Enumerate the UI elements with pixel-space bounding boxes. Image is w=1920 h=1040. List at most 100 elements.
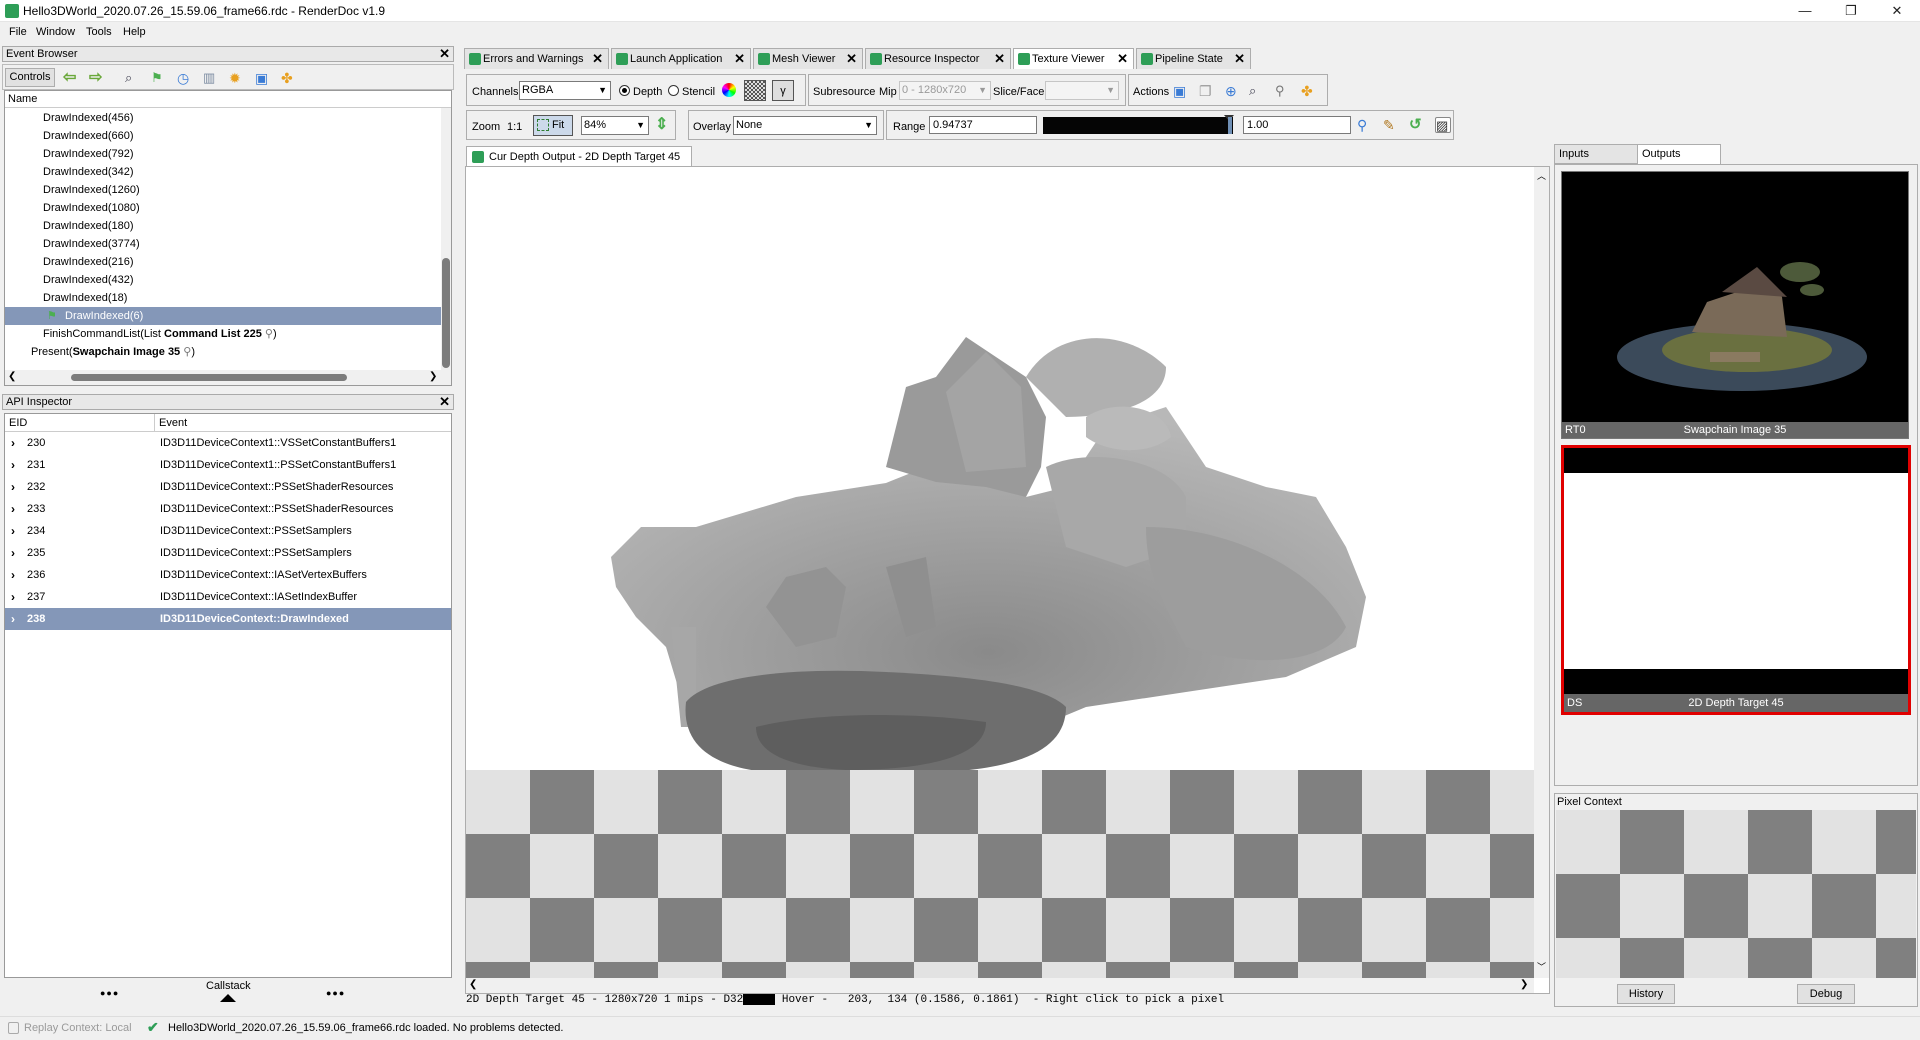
close-icon[interactable]: ✕ bbox=[1234, 49, 1245, 69]
pixel-context-view[interactable] bbox=[1556, 810, 1916, 978]
reset-range-icon[interactable]: ↺ bbox=[1409, 117, 1425, 133]
replay-context-label[interactable]: Replay Context: Local bbox=[24, 1022, 132, 1034]
chevron-right-icon[interactable]: › bbox=[11, 542, 15, 564]
chevron-right-icon[interactable]: › bbox=[11, 454, 15, 476]
range-slider-thumb[interactable] bbox=[1228, 117, 1232, 134]
chart-icon[interactable]: ▥ bbox=[203, 70, 219, 86]
event-row[interactable]: DrawIndexed(432) bbox=[5, 271, 441, 289]
forward-arrow-icon[interactable]: ⇨ bbox=[89, 70, 105, 86]
zoom-select[interactable]: 84% ▼ bbox=[581, 116, 649, 135]
link-icon[interactable]: ⚲ bbox=[180, 346, 191, 358]
texture-viewport[interactable]: ︿ ﹀ ❮ ❯ bbox=[465, 166, 1550, 994]
tab-pipeline-state[interactable]: Pipeline State ✕ bbox=[1136, 48, 1251, 69]
scroll-left-icon[interactable]: ❮ bbox=[469, 979, 477, 990]
back-arrow-icon[interactable]: ⇦ bbox=[63, 70, 79, 86]
api-row[interactable]: › 235 ID3D11DeviceContext::PSSetSamplers bbox=[5, 542, 451, 564]
tab-inputs[interactable]: Inputs bbox=[1554, 144, 1638, 164]
open-location-icon[interactable]: ⊕ bbox=[1225, 83, 1241, 99]
gamma-toggle-button[interactable]: γ bbox=[772, 80, 794, 101]
range-max-input[interactable]: 1.00 bbox=[1243, 116, 1351, 134]
event-row[interactable]: DrawIndexed(792) bbox=[5, 145, 441, 163]
zoom-1to1-button[interactable]: 1:1 bbox=[507, 120, 522, 134]
find-binoculars-icon[interactable]: ⌕ bbox=[1249, 83, 1265, 99]
channels-select[interactable]: RGBA ▼ bbox=[519, 81, 611, 100]
tab-resource-inspector[interactable]: Resource Inspector ✕ bbox=[865, 48, 1011, 69]
chevron-right-icon[interactable]: › bbox=[11, 520, 15, 542]
replay-context-icon[interactable] bbox=[8, 1022, 19, 1034]
close-window-button[interactable]: ✕ bbox=[1874, 0, 1920, 22]
link-icon[interactable]: ⚲ bbox=[262, 328, 273, 340]
scroll-left-icon[interactable]: ❮ bbox=[8, 371, 16, 382]
event-tree[interactable]: Name DrawIndexed(456) DrawIndexed(660) Dra… bbox=[4, 90, 452, 386]
thumbnail-rt0[interactable]: RT0 Swapchain Image 35 bbox=[1561, 171, 1909, 439]
scrollbar-thumb[interactable] bbox=[71, 374, 347, 381]
callstack-label[interactable]: Callstack bbox=[206, 980, 251, 992]
overlay-select[interactable]: None ▼ bbox=[733, 116, 877, 135]
tab-texture-viewer[interactable]: Texture Viewer ✕ bbox=[1013, 48, 1134, 69]
scroll-up-icon[interactable]: ︿ bbox=[1537, 169, 1546, 182]
menu-file[interactable]: File bbox=[9, 26, 27, 38]
history-button[interactable]: History bbox=[1617, 984, 1675, 1004]
chevron-right-icon[interactable]: › bbox=[11, 586, 15, 608]
save-icon[interactable]: ▣ bbox=[255, 70, 271, 86]
save-texture-icon[interactable]: ▣ bbox=[1173, 83, 1189, 99]
event-row[interactable]: DrawIndexed(3774) bbox=[5, 235, 441, 253]
chevron-right-icon[interactable]: › bbox=[11, 498, 15, 520]
checkerboard-toggle-icon[interactable] bbox=[744, 80, 766, 101]
more-dots-icon[interactable]: ●●● bbox=[100, 988, 119, 998]
present-row[interactable]: Present(Swapchain Image 35 ⚲) bbox=[5, 343, 195, 361]
link-icon[interactable]: ⚲ bbox=[1275, 83, 1291, 99]
scroll-down-icon[interactable]: ﹀ bbox=[1537, 960, 1546, 973]
api-row[interactable]: › 232 ID3D11DeviceContext::PSSetShaderReso… bbox=[5, 476, 451, 498]
chevron-right-icon[interactable]: › bbox=[11, 432, 15, 454]
thumbnail-ds[interactable]: DS 2D Depth Target 45 bbox=[1561, 445, 1911, 715]
horizontal-scrollbar[interactable]: ❮ ❯ bbox=[5, 370, 451, 385]
event-column-header[interactable]: Event bbox=[155, 414, 451, 432]
api-row-selected[interactable]: › 238 ID3D11DeviceContext::DrawIndexed bbox=[5, 608, 451, 630]
chevron-right-icon[interactable]: › bbox=[11, 608, 15, 630]
close-icon[interactable]: ✕ bbox=[439, 47, 450, 61]
event-row[interactable]: DrawIndexed(1080) bbox=[5, 199, 441, 217]
vertical-scrollbar[interactable]: ︿ ﹀ bbox=[1534, 167, 1549, 978]
close-icon[interactable]: ✕ bbox=[1117, 49, 1128, 69]
zoom-range-icon[interactable]: ⚲ bbox=[1357, 117, 1373, 133]
color-wheel-icon[interactable] bbox=[722, 83, 736, 97]
maximize-button[interactable]: ❐ bbox=[1828, 0, 1874, 22]
more-dots-icon[interactable]: ●●● bbox=[326, 988, 345, 998]
api-row[interactable]: › 237 ID3D11DeviceContext::IASetIndexBuffe… bbox=[5, 586, 451, 608]
api-row[interactable]: › 236 ID3D11DeviceContext::IASetVertexBuff… bbox=[5, 564, 451, 586]
event-row[interactable]: DrawIndexed(342) bbox=[5, 163, 441, 181]
depth-radio[interactable] bbox=[619, 85, 630, 96]
puzzle-icon[interactable]: ✤ bbox=[281, 70, 297, 86]
find-binoculars-icon[interactable]: ⌕ bbox=[125, 70, 141, 86]
api-row[interactable]: › 230 ID3D11DeviceContext1::VSSetConstantB… bbox=[5, 432, 451, 454]
minimize-button[interactable]: — bbox=[1782, 0, 1828, 22]
event-row[interactable]: DrawIndexed(456) bbox=[5, 109, 441, 127]
scrollbar-thumb[interactable] bbox=[442, 258, 450, 368]
auto-fit-wand-icon[interactable]: ✎ bbox=[1383, 117, 1399, 133]
close-icon[interactable]: ✕ bbox=[734, 49, 745, 69]
controls-button[interactable]: Controls bbox=[5, 68, 55, 87]
stencil-radio[interactable] bbox=[668, 85, 679, 96]
command-list-link[interactable]: Command List 225 bbox=[164, 328, 262, 340]
fit-toggle-button[interactable]: Fit bbox=[533, 115, 573, 136]
event-row[interactable]: DrawIndexed(1260) bbox=[5, 181, 441, 199]
timing-clock-icon[interactable]: ◷ bbox=[177, 70, 193, 86]
tab-mesh-viewer[interactable]: Mesh Viewer ✕ bbox=[753, 48, 863, 69]
tab-outputs[interactable]: Outputs bbox=[1637, 144, 1721, 165]
event-row[interactable]: DrawIndexed(660) bbox=[5, 127, 441, 145]
column-name-header[interactable]: Name bbox=[5, 91, 451, 108]
finish-command-list-row[interactable]: FinishCommandList(List Command List 225 … bbox=[5, 325, 277, 343]
api-inspector-table[interactable]: EID Event › 230 ID3D11DeviceContext1::VSSe… bbox=[4, 413, 452, 978]
scroll-right-icon[interactable]: ❯ bbox=[429, 371, 437, 382]
close-icon[interactable]: ✕ bbox=[846, 49, 857, 69]
tab-errors-and-warnings[interactable]: Errors and Warnings ✕ bbox=[464, 48, 609, 69]
menu-window[interactable]: Window bbox=[36, 26, 75, 38]
bookmark-flag-icon[interactable]: ⚑ bbox=[151, 70, 167, 86]
close-icon[interactable]: ✕ bbox=[994, 49, 1005, 69]
histogram-icon[interactable]: ▨ bbox=[1435, 117, 1451, 133]
menu-tools[interactable]: Tools bbox=[86, 26, 112, 38]
api-row[interactable]: › 234 ID3D11DeviceContext::PSSetSamplers bbox=[5, 520, 451, 542]
range-min-input[interactable]: 0.94737 bbox=[929, 116, 1037, 134]
event-row-selected[interactable]: ⚑ DrawIndexed(6) bbox=[5, 307, 441, 325]
